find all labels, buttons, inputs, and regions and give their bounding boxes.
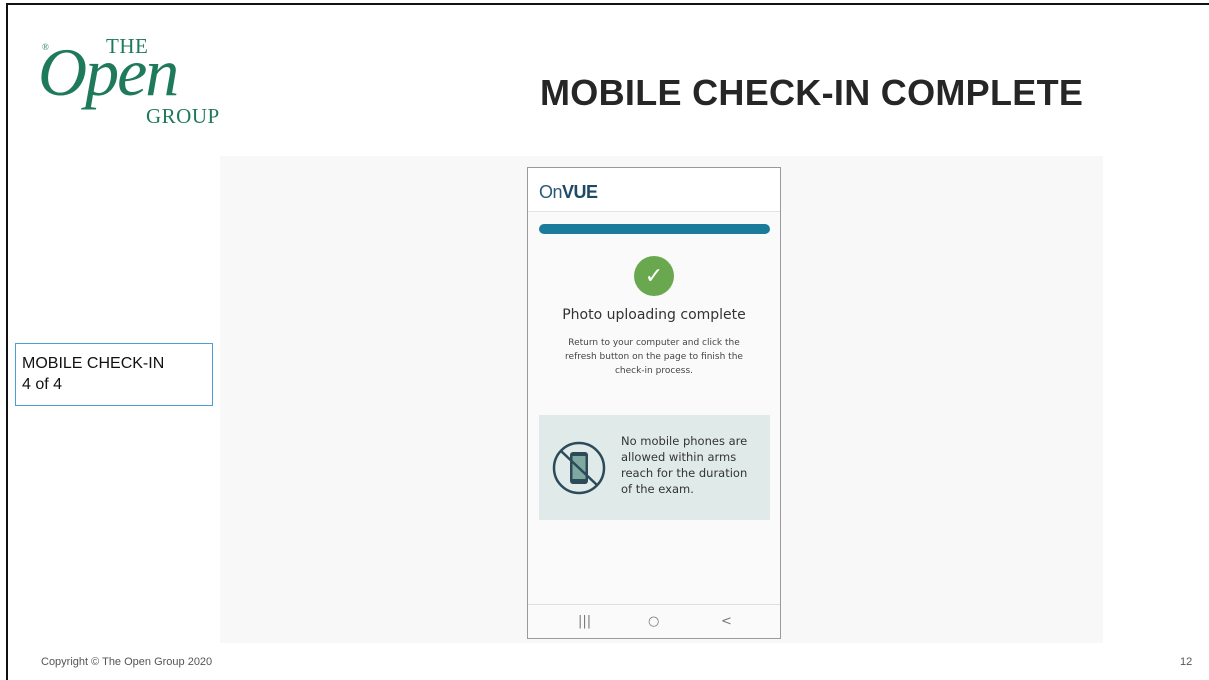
page-number: 12 [1180,656,1193,668]
logo-group-text: GROUP [146,104,220,128]
back-button[interactable]: < [721,614,732,629]
no-mobile-phone-icon [552,441,606,495]
warning-text: No mobile phones are allowed within arms… [621,434,748,496]
recents-button[interactable]: ||| [578,614,591,629]
logo-the-text: THE [106,34,149,58]
onvue-logo-prefix: On [539,182,563,202]
phone-screen: OnVUE ✓ Photo uploading complete Return … [527,167,781,639]
onvue-logo-suffix: VUE [562,182,598,202]
copyright-text: Copyright © The Open Group 2020 [41,656,213,668]
check-icon: ✓ [634,256,674,296]
onvue-logo: OnVUE [539,182,598,203]
open-group-logo: ® Open THE GROUP [38,28,228,138]
home-button[interactable]: ○ [648,614,659,629]
instructions-text: Return to your computer and click the re… [565,338,743,376]
android-nav-bar: ||| ○ < [528,604,780,638]
warning-panel: No mobile phones are allowed within arms… [539,415,770,520]
step-indicator-box: MOBILE CHECK-IN 4 of 4 [15,343,213,406]
step-count: 4 of 4 [22,376,63,393]
progress-bar [539,224,770,234]
step-label: MOBILE CHECK-IN [22,355,165,372]
slide-title: MOBILE CHECK-IN COMPLETE [540,72,1084,113]
status-title: Photo uploading complete [562,307,746,323]
app-header: OnVUE [528,168,780,212]
